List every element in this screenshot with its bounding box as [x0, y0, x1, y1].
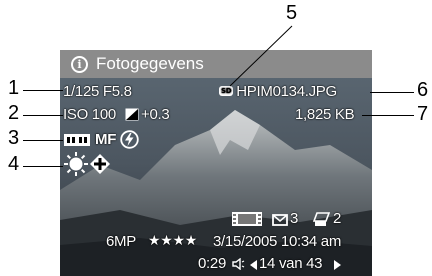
focus-cross-icon	[90, 154, 110, 174]
title-bar: i Fotogegevens	[60, 50, 372, 78]
callout-line-7	[362, 115, 414, 116]
shutter-aperture-value: 1/125 F5.8	[63, 83, 132, 100]
callout-line-2	[23, 115, 63, 116]
flash-off-icon	[120, 130, 139, 149]
exposure-comp-icon	[125, 108, 139, 121]
metering-icon	[64, 134, 90, 146]
quality-stars: ★★★★	[148, 232, 198, 248]
callout-line-1	[23, 90, 63, 91]
callout-line-4	[23, 166, 63, 167]
callout-number-2: 2	[8, 102, 20, 124]
sun-icon	[64, 152, 88, 176]
iso-value: ISO 100	[63, 106, 116, 123]
left-arrow-icon[interactable]	[250, 260, 257, 270]
camera-lcd-screen: i Fotogegevens 1/125 F5.8 SD HPIM0134.JPG…	[60, 50, 372, 276]
image-position: 14 van 43	[259, 255, 323, 272]
film-strip-icon	[232, 212, 262, 226]
callout-line-6	[370, 92, 414, 93]
callout-line-3	[23, 140, 63, 141]
right-arrow-icon[interactable]	[334, 260, 341, 270]
callout-number-5: 5	[286, 2, 298, 24]
callout-number-7: 7	[417, 103, 429, 125]
exposure-comp-value: +0.3	[141, 106, 170, 123]
callout-number-1: 1	[8, 77, 20, 99]
printer-icon	[313, 212, 330, 226]
callout-number-3: 3	[8, 127, 20, 149]
focus-mode: MF	[95, 131, 117, 148]
file-size: 1,825 KB	[295, 106, 355, 123]
print-count: 3	[290, 210, 299, 227]
info-icon: i	[71, 55, 88, 73]
resolution: 6MP	[106, 233, 136, 250]
callout-line-5	[229, 25, 293, 87]
screen-title: Fotogegevens	[96, 54, 204, 73]
callout-number-6: 6	[417, 79, 429, 101]
date-time: 3/15/2005 10:34 am	[213, 233, 342, 250]
share-count: 2	[333, 210, 342, 227]
callout-number-4: 4	[8, 153, 20, 175]
video-duration: 0:29	[198, 255, 226, 272]
speaker-icon	[232, 258, 245, 270]
envelope-icon	[272, 214, 288, 226]
